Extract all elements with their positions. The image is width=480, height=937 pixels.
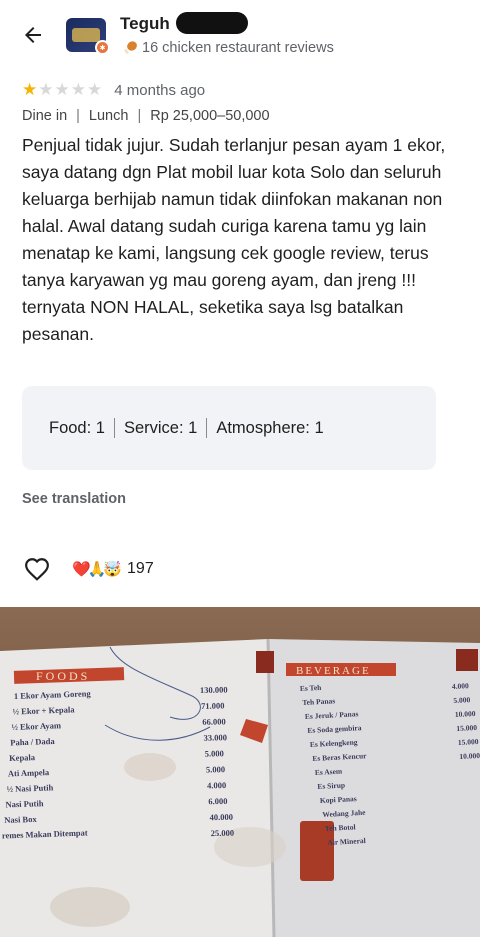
- star-icon: ★: [70, 80, 86, 99]
- menu-food-item: Ati Ampela: [8, 767, 50, 778]
- menu-food-price: 6.000: [208, 796, 227, 806]
- menu-food-item: Kepala: [9, 752, 36, 763]
- menu-beverage-item: Es Teh: [300, 683, 323, 693]
- menu-food-item: Nasi Box: [4, 814, 37, 825]
- atmosphere-rating: Atmosphere: 1: [216, 418, 324, 437]
- reaction-count[interactable]: 197: [127, 560, 154, 578]
- local-guide-badge-icon: ✱: [95, 40, 110, 55]
- food-rating: Food: 1: [49, 418, 105, 437]
- heart-outline-icon: [25, 558, 49, 581]
- star-icon: ★: [87, 80, 103, 99]
- review-time: 4 months ago: [114, 81, 206, 99]
- name-redaction: [176, 12, 248, 34]
- review-text: Penjual tidak jujur. Sudah terlanjur pes…: [22, 135, 446, 344]
- menu-beverage-item: Teh Botol: [325, 822, 356, 833]
- arrow-left-icon: [25, 27, 41, 43]
- beverage-header: BEVERAGE: [296, 665, 371, 677]
- menu-beverage-price: 4.000: [452, 681, 470, 691]
- menu-beverage-price: 10.000: [455, 709, 476, 719]
- menu-food-item: Paha / Dada: [10, 736, 55, 748]
- divider: [113, 418, 115, 438]
- menu-food-price: 5.000: [206, 764, 225, 774]
- review-header: ✱ Teguh 16 chicken restaurant reviews: [0, 0, 480, 72]
- service-rating: Service: 1: [123, 418, 198, 437]
- reaction-emojis[interactable]: ❤️🙏🤯: [72, 560, 122, 578]
- star-icon: ★: [22, 80, 38, 99]
- see-translation-link[interactable]: See translation: [22, 491, 126, 507]
- menu-beverage-price: 10.000: [459, 751, 480, 761]
- menu-beverage-price: 5.000: [453, 695, 471, 705]
- menu-food-price: 25.000: [211, 828, 235, 838]
- menu-beverage-item: Es Sirup: [317, 781, 345, 791]
- rating-row: ★ ★ ★ ★ ★ 4 months ago: [22, 80, 205, 100]
- menu-beverage-price: 15.000: [456, 723, 477, 733]
- star-icon: ★: [38, 80, 54, 99]
- menu-beverage-price: 15.000: [458, 737, 479, 747]
- price-range: Rp 25,000–50,000: [150, 108, 270, 124]
- like-button[interactable]: [22, 554, 52, 584]
- menu-food-price: 40.000: [209, 812, 233, 822]
- divider: [206, 418, 208, 438]
- menu-food-price: 66.000: [202, 716, 226, 726]
- back-button[interactable]: [16, 18, 50, 52]
- dine-type: Dine in: [22, 108, 68, 124]
- menu-food-item: ½ Nasi Putih: [7, 782, 54, 794]
- star-icon: ★: [54, 80, 70, 99]
- menu-food-price: 5.000: [205, 748, 224, 758]
- menu-photo-image: FOODS BEVERAGE 1 Ekor Ayam Goreng 130.000…: [0, 607, 480, 937]
- menu-food-price: 71.000: [201, 700, 225, 710]
- reviewer-reviews-count: 16 chicken restaurant reviews: [122, 40, 334, 56]
- review-photo[interactable]: FOODS BEVERAGE 1 Ekor Ayam Goreng 130.000…: [0, 607, 480, 937]
- sub-ratings-box: Food: 1 Service: 1 Atmosphere: 1: [22, 386, 436, 470]
- menu-food-item: ½ Ekor Ayam: [11, 720, 61, 732]
- menu-beverage-item: Es Asem: [315, 767, 343, 777]
- star-rating: ★ ★ ★ ★ ★: [22, 80, 102, 100]
- foods-header: FOODS: [36, 669, 90, 683]
- menu-food-price: 33.000: [203, 732, 227, 742]
- reviews-count-text: 16 chicken restaurant reviews: [142, 40, 334, 56]
- meta-separator: |: [137, 108, 142, 124]
- meta-separator: |: [76, 108, 80, 124]
- menu-beverage-item: Teh Panas: [302, 696, 335, 707]
- reviewer-name[interactable]: Teguh: [120, 14, 170, 34]
- review-meta: Dine in | Lunch | Rp 25,000–50,000: [22, 108, 270, 124]
- menu-food-price: 4.000: [207, 780, 226, 790]
- meal-type: Lunch: [88, 108, 129, 124]
- menu-food-item: Nasi Putih: [5, 798, 44, 809]
- menu-food-price: 130.000: [200, 685, 228, 695]
- chicken-leg-icon: [124, 41, 137, 54]
- reaction-row: ❤️🙏🤯 197: [22, 554, 154, 584]
